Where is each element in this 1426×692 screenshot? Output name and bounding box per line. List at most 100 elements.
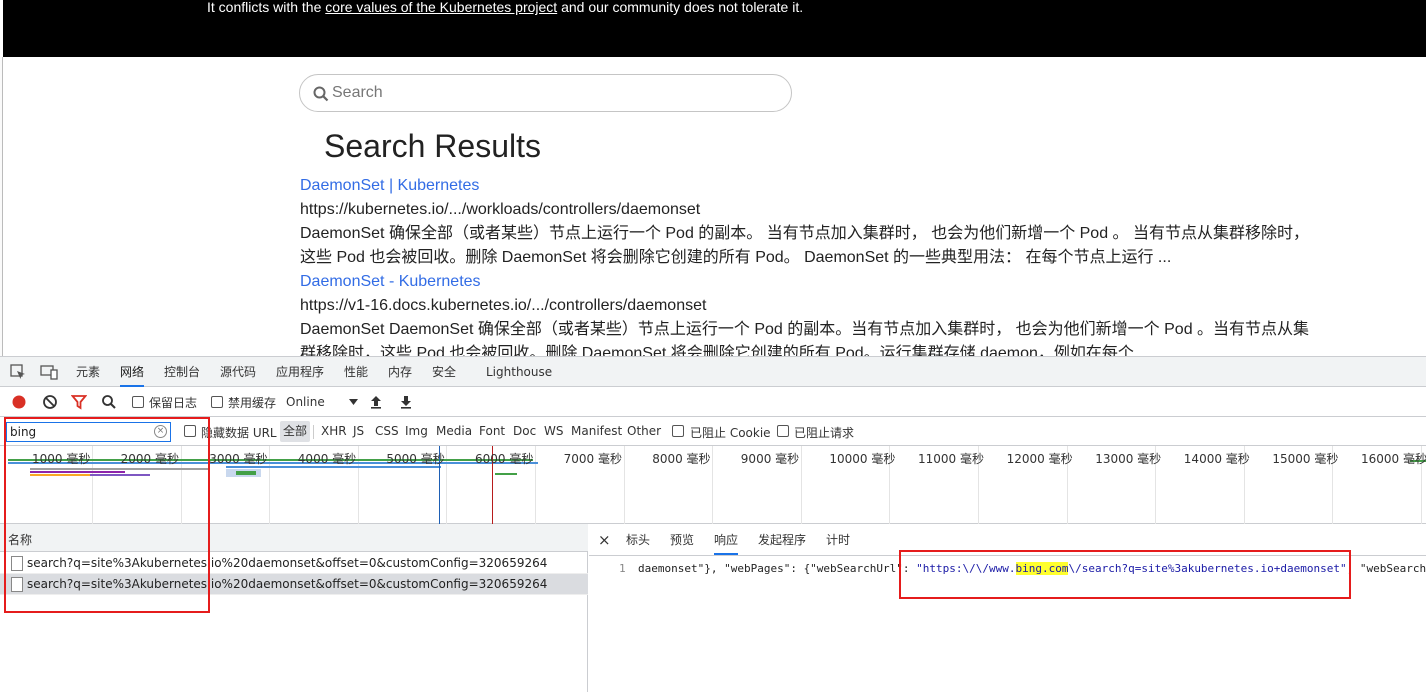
- tab-console[interactable]: 控制台: [164, 357, 200, 387]
- timeline-overview[interactable]: 1000 毫秒 2000 毫秒 3000 毫秒 4000 毫秒 5000 毫秒 6000 …: [0, 446, 1426, 524]
- result-snippet: DaemonSet 确保全部（或者某些）节点上运行一个 Pod 的副本。 当有节…: [300, 225, 1309, 266]
- filter-type-js[interactable]: JS: [353, 424, 364, 438]
- waterfall-bar: [30, 471, 125, 473]
- name-column-header[interactable]: 名称: [8, 531, 32, 548]
- filter-type-manifest[interactable]: Manifest: [571, 424, 622, 438]
- timeline-tick-label: 14000 毫秒: [1183, 452, 1250, 466]
- tab-application[interactable]: 应用程序: [276, 357, 324, 387]
- tab-timing[interactable]: 计时: [826, 524, 850, 555]
- request-name: search?q=site%3Akubernetes.io%20daemonse…: [27, 556, 548, 570]
- download-har-icon[interactable]: [398, 394, 414, 410]
- filter-box[interactable]: ×: [6, 422, 171, 442]
- core-values-link[interactable]: core values of the Kubernetes project: [325, 0, 557, 15]
- timeline-tick-label: 12000 毫秒: [1006, 452, 1073, 466]
- search-input[interactable]: [332, 81, 772, 105]
- filter-type-other[interactable]: Other: [627, 424, 661, 438]
- request-row[interactable]: search?q=site%3Akubernetes.io%20daemonse…: [0, 553, 588, 574]
- timeline-tick-label: 15000 毫秒: [1272, 452, 1339, 466]
- banner-text-after: and our community does not tolerate it.: [557, 0, 804, 15]
- results-heading: Search Results: [324, 128, 541, 164]
- timeline-tick-label: 5000 毫秒: [386, 452, 445, 466]
- tab-elements[interactable]: 元素: [76, 357, 100, 387]
- tab-performance[interactable]: 性能: [344, 357, 368, 387]
- waterfall-bar: [495, 473, 517, 475]
- timeline-tick-label: 10000 毫秒: [829, 452, 896, 466]
- filter-type-xhr[interactable]: XHR: [321, 424, 347, 438]
- timeline-tick-label: 9000 毫秒: [740, 452, 800, 466]
- timeline-tick-line: [712, 446, 714, 524]
- timeline-tick-label: 1000 毫秒: [32, 452, 91, 466]
- tab-headers[interactable]: 标头: [626, 524, 650, 555]
- response-body[interactable]: 1 daemonset"}, "webPages": {"webSearchUr…: [589, 556, 1426, 692]
- filter-type-font[interactable]: Font: [479, 424, 505, 438]
- filter-type-media[interactable]: Media: [436, 424, 472, 438]
- devtools-tabbar: 元素 网络 控制台 源代码 应用程序 性能 内存 安全 Lighthouse: [0, 356, 1426, 387]
- site-search-box[interactable]: [299, 74, 792, 112]
- hide-data-urls-label: 隐藏数据 URL: [201, 426, 277, 440]
- result-url: https://kubernetes.io/.../workloads/cont…: [300, 201, 701, 218]
- record-icon[interactable]: [11, 394, 27, 410]
- tab-sources[interactable]: 源代码: [220, 357, 256, 387]
- code-suffix: , "webSearchU: [1346, 562, 1426, 575]
- code-prefix: daemonset"}, "webPages": {"webSearchUrl"…: [638, 562, 917, 575]
- filter-type-doc[interactable]: Doc: [513, 424, 536, 438]
- request-detail: × 标头 预览 响应 发起程序 计时 1 daemonset"}, "webPa…: [589, 524, 1426, 692]
- disable-cache-label: 禁用缓存: [228, 396, 277, 410]
- filter-type-all[interactable]: 全部: [280, 421, 311, 442]
- tab-network[interactable]: 网络: [120, 357, 145, 387]
- timeline-tick-label: 6000 毫秒: [475, 452, 534, 466]
- filter-type-ws[interactable]: WS: [544, 424, 563, 438]
- file-icon: [11, 556, 23, 571]
- devtools-panel: 元素 网络 控制台 源代码 应用程序 性能 内存 安全 Lighthouse 保…: [0, 356, 1426, 692]
- close-icon[interactable]: ×: [598, 524, 611, 555]
- timeline-tick-line: [623, 446, 625, 524]
- blocked-requests-checkbox[interactable]: [777, 425, 789, 437]
- blocked-cookies-label: 已阻止 Cookie: [690, 426, 771, 440]
- filter-bar: × 隐藏数据 URL 全部 XHR JS CSS Img Media Font …: [0, 418, 1426, 446]
- preserve-log-checkbox[interactable]: [132, 396, 144, 408]
- filter-type-css[interactable]: CSS: [375, 424, 399, 438]
- result-title-link[interactable]: DaemonSet - Kubernetes: [300, 270, 1320, 294]
- search-highlight: bing.com: [1015, 562, 1069, 575]
- upload-har-icon[interactable]: [368, 394, 384, 410]
- clear-icon[interactable]: [42, 394, 58, 410]
- filter-separator: [313, 425, 314, 439]
- search-icon[interactable]: [101, 394, 117, 410]
- search-result: DaemonSet | Kubernetes https://kubernete…: [300, 174, 1320, 270]
- timeline-tick-label: 16000 毫秒: [1361, 452, 1426, 466]
- result-title-link[interactable]: DaemonSet | Kubernetes: [300, 174, 1320, 198]
- timeline-tick-label: 2000 毫秒: [120, 452, 179, 466]
- tab-memory[interactable]: 内存: [388, 357, 412, 387]
- code-string-end: \/search?q=site%3akubernetes.io+daemonse…: [1068, 562, 1347, 575]
- banner-text-before: It conflicts with the: [207, 0, 326, 15]
- filter-icon[interactable]: [71, 394, 87, 410]
- waterfall-bar: [90, 474, 150, 476]
- waterfall-bar: [30, 468, 210, 470]
- tab-security[interactable]: 安全: [432, 357, 456, 387]
- network-toolbar: 保留日志 禁用缓存: [0, 387, 1426, 417]
- waterfall-bar: [236, 471, 256, 475]
- screenshot: It conflicts with the core values of the…: [0, 0, 1426, 692]
- filter-input[interactable]: [10, 424, 150, 440]
- device-toolbar-icon[interactable]: [40, 364, 58, 380]
- throttle-select[interactable]: Online: [286, 393, 362, 411]
- preserve-log-label: 保留日志: [149, 396, 198, 410]
- blocked-cookies-checkbox[interactable]: [672, 425, 684, 437]
- tab-initiator[interactable]: 发起程序: [758, 524, 806, 555]
- timeline-tick-label: 3000 毫秒: [209, 452, 268, 466]
- timeline-tick-line: [535, 446, 536, 524]
- hide-data-urls-checkbox[interactable]: [184, 425, 196, 437]
- search-icon: [313, 86, 329, 102]
- tab-lighthouse[interactable]: Lighthouse: [486, 357, 552, 387]
- tab-response[interactable]: 响应: [714, 524, 739, 555]
- banner-text: It conflicts with the core values of the…: [207, 0, 803, 15]
- code-string-start: "https:\/\/www.: [916, 562, 1016, 575]
- file-icon: [11, 577, 23, 592]
- inspect-element-icon[interactable]: [10, 364, 26, 380]
- timeline-tick-label: 13000 毫秒: [1095, 452, 1162, 466]
- tab-preview[interactable]: 预览: [670, 524, 694, 555]
- request-row[interactable]: search?q=site%3Akubernetes.io%20daemonse…: [0, 574, 588, 595]
- clear-filter-icon[interactable]: ×: [154, 425, 167, 438]
- disable-cache-checkbox[interactable]: [211, 396, 223, 408]
- filter-type-img[interactable]: Img: [405, 424, 428, 438]
